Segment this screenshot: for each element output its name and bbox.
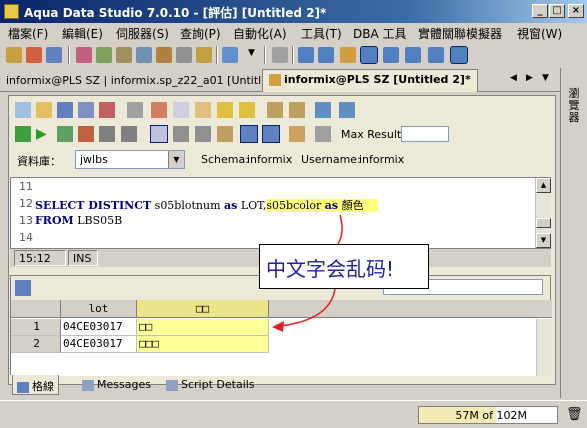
tab-label: 格線 (32, 380, 54, 393)
script-details-icon (166, 379, 178, 391)
tab-grid[interactable]: 格線 (12, 375, 59, 395)
tab-messages[interactable]: Messages (78, 375, 155, 395)
messages-icon (82, 379, 94, 391)
grid-icon (17, 381, 29, 393)
memory-usage: 57M of 102M (418, 406, 558, 424)
tab-script-details[interactable]: Script Details (162, 375, 259, 395)
status-bar: 57M of 102M 🗑 (0, 400, 587, 428)
tab-label: Script Details (181, 378, 255, 391)
annotation-arrows (272, 214, 343, 332)
memory-usage-text: 57M of 102M (455, 409, 527, 422)
results-tab-bar: 格線 Messages Script Details (8, 375, 556, 397)
trash-icon[interactable]: 🗑 (566, 407, 583, 422)
arrow-head (272, 321, 284, 332)
arrow-to-code (337, 214, 343, 245)
tab-label: Messages (97, 378, 151, 391)
arrow-to-result (279, 288, 336, 327)
